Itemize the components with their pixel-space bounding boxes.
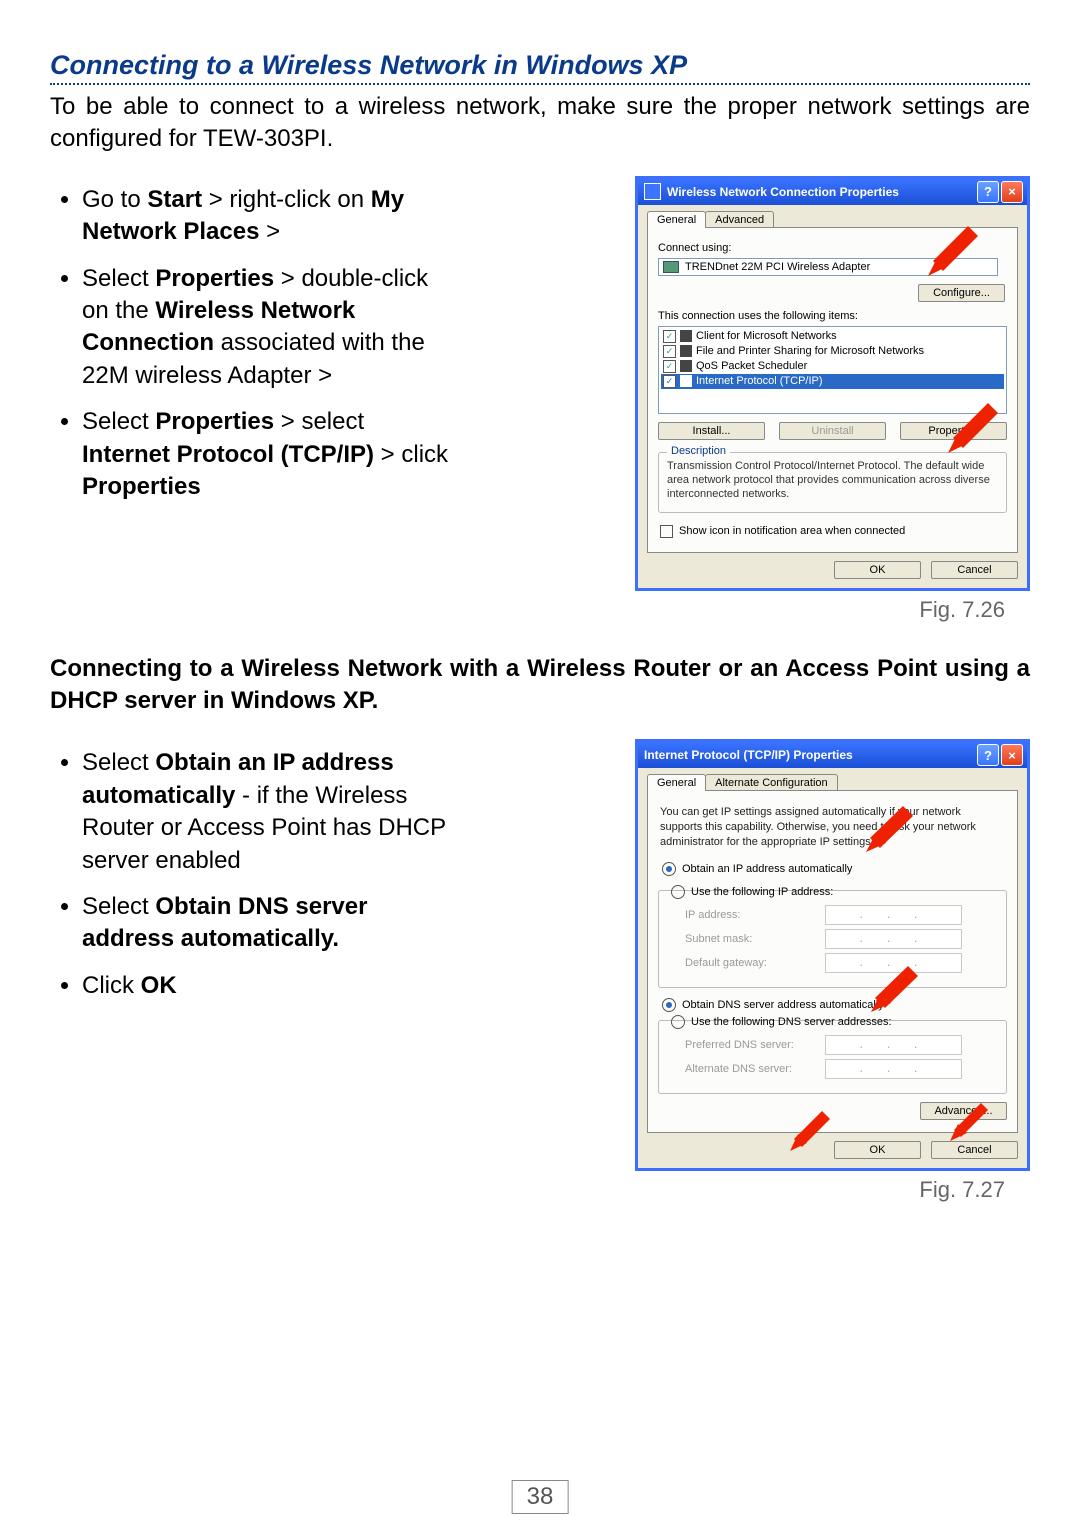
install-button[interactable]: Install... [658, 422, 765, 440]
show-icon-label: Show icon in notification area when conn… [679, 525, 905, 537]
description-text: Transmission Control Protocol/Internet P… [667, 459, 998, 502]
ip-address-label: IP address: [685, 909, 825, 921]
window-title: Wireless Network Connection Properties [667, 185, 975, 199]
qos-icon [680, 360, 692, 372]
list-item: Go to Start > right-click on My Network … [82, 184, 450, 249]
arrow-icon [938, 403, 998, 463]
tab-alt-config[interactable]: Alternate Configuration [705, 774, 838, 791]
subsection-heading: Connecting to a Wireless Network with a … [50, 653, 1030, 718]
info-text: You can get IP settings assigned automat… [660, 805, 1005, 850]
cancel-button[interactable]: Cancel [931, 561, 1018, 579]
instructions-list-2: Select Obtain an IP address automaticall… [50, 739, 450, 1016]
section-heading: Connecting to a Wireless Network in Wind… [50, 50, 1030, 85]
titlebar[interactable]: Internet Protocol (TCP/IP) Properties ? … [638, 742, 1027, 768]
list-item: Select Properties > double-click on the … [82, 263, 450, 393]
radio-use-dns[interactable] [671, 1015, 685, 1029]
adapter-icon [663, 261, 679, 273]
ok-button[interactable]: OK [834, 561, 921, 579]
tab-general[interactable]: General [647, 774, 706, 791]
list-item[interactable]: ✓File and Printer Sharing for Microsoft … [661, 344, 1004, 359]
items-list[interactable]: ✓Client for Microsoft Networks ✓File and… [658, 326, 1007, 414]
list-item[interactable]: ✓QoS Packet Scheduler [661, 359, 1004, 374]
preferred-dns-label: Preferred DNS server: [685, 1039, 825, 1051]
arrow-icon [858, 806, 913, 861]
list-item: Select Obtain DNS server address automat… [82, 891, 450, 956]
list-item: Select Obtain an IP address automaticall… [82, 747, 450, 877]
list-item-selected[interactable]: ✓Internet Protocol (TCP/IP) [661, 374, 1004, 389]
label-use-dns: Use the following DNS server addresses: [691, 1016, 892, 1028]
arrow-icon [863, 966, 918, 1021]
configure-button[interactable]: Configure... [918, 284, 1005, 302]
radio-obtain-ip-auto[interactable] [662, 862, 676, 876]
page-number: 38 [512, 1480, 569, 1514]
alternate-dns-label: Alternate DNS server: [685, 1063, 825, 1075]
list-item: Click OK [82, 970, 450, 1002]
figure-caption: Fig. 7.27 [919, 1177, 1005, 1203]
intro-paragraph: To be able to connect to a wireless netw… [50, 91, 1030, 156]
items-label: This connection uses the following items… [658, 310, 1007, 322]
close-button[interactable]: × [1001, 181, 1023, 203]
wireless-connection-properties-dialog: Wireless Network Connection Properties ?… [635, 176, 1030, 591]
label-obtain-dns-auto: Obtain DNS server address automatically [682, 999, 884, 1011]
label-obtain-ip-auto: Obtain an IP address automatically [682, 863, 852, 875]
cancel-button[interactable]: Cancel [931, 1141, 1018, 1159]
label-use-ip: Use the following IP address: [691, 886, 833, 898]
preferred-dns-field: . . . [825, 1035, 962, 1055]
figure-caption: Fig. 7.26 [919, 597, 1005, 623]
titlebar[interactable]: Wireless Network Connection Properties ?… [638, 179, 1027, 205]
tab-general[interactable]: General [647, 211, 706, 228]
tab-advanced[interactable]: Advanced [705, 211, 774, 228]
gateway-label: Default gateway: [685, 957, 825, 969]
tcpip-icon [680, 375, 692, 387]
client-icon [680, 330, 692, 342]
alternate-dns-field: . . . [825, 1059, 962, 1079]
list-item[interactable]: ✓Client for Microsoft Networks [661, 329, 1004, 344]
adapter-name: TRENDnet 22M PCI Wireless Adapter [685, 261, 870, 273]
tcpip-properties-dialog: Internet Protocol (TCP/IP) Properties ? … [635, 739, 1030, 1171]
ip-address-field: . . . [825, 905, 962, 925]
instructions-list-1: Go to Start > right-click on My Network … [50, 176, 450, 518]
help-button[interactable]: ? [977, 181, 999, 203]
subnet-mask-label: Subnet mask: [685, 933, 825, 945]
radio-obtain-dns-auto[interactable] [662, 998, 676, 1012]
description-label: Description [667, 445, 730, 457]
radio-use-ip[interactable] [671, 885, 685, 899]
close-button[interactable]: × [1001, 744, 1023, 766]
subnet-mask-field: . . . [825, 929, 962, 949]
share-icon [680, 345, 692, 357]
arrow-icon [782, 1111, 832, 1161]
arrow-icon [918, 226, 978, 286]
window-title: Internet Protocol (TCP/IP) Properties [644, 748, 975, 762]
help-button[interactable]: ? [977, 744, 999, 766]
uninstall-button: Uninstall [779, 422, 886, 440]
list-item: Select Properties > select Internet Prot… [82, 406, 450, 503]
ok-button[interactable]: OK [834, 1141, 921, 1159]
window-icon [644, 183, 661, 200]
show-icon-checkbox[interactable]: ✓ [660, 525, 673, 538]
